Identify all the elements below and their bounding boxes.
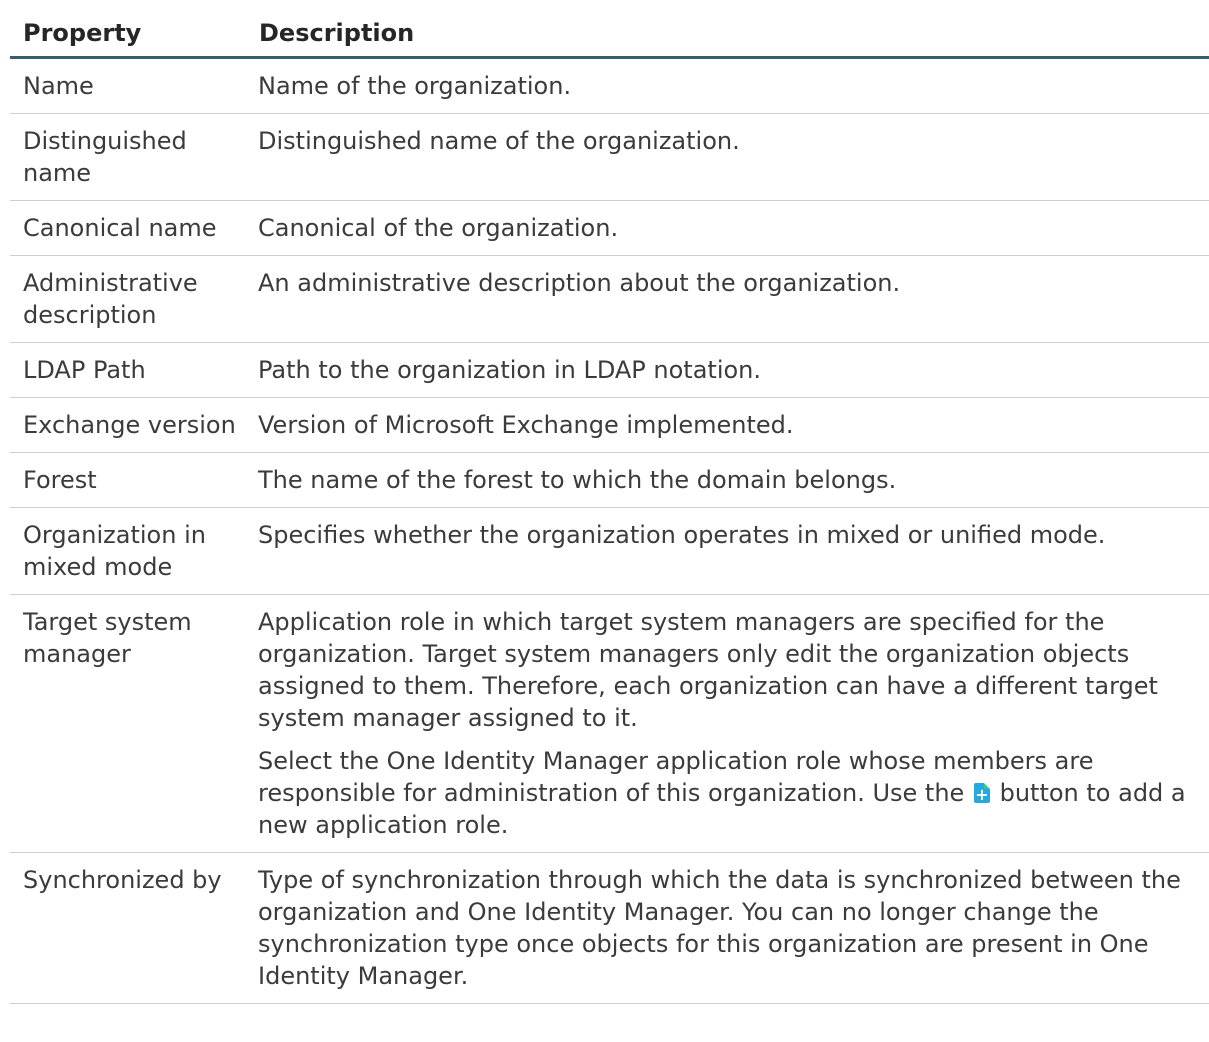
- property-cell: LDAP Path: [10, 342, 246, 398]
- header-property: Property: [10, 12, 246, 59]
- property-cell: Name: [10, 57, 246, 114]
- property-cell: Administrative description: [10, 255, 246, 343]
- property-cell: Organization in mixed mode: [10, 507, 246, 595]
- table-row: Name Name of the organization.: [10, 57, 1209, 114]
- table-row: Administrative description An administra…: [10, 255, 1209, 343]
- property-cell: Canonical name: [10, 200, 246, 256]
- description-text: Select the One Identity Manager applicat…: [258, 747, 1094, 807]
- properties-table: Property Description Name Name of the or…: [10, 12, 1209, 1004]
- property-cell: Distinguished name: [10, 113, 246, 201]
- property-cell: Synchronized by: [10, 852, 246, 1004]
- header-description: Description: [246, 12, 1209, 59]
- description-cell: Type of synchronization through which th…: [246, 852, 1209, 1004]
- property-cell: Forest: [10, 452, 246, 508]
- table-row: LDAP Path Path to the organization in LD…: [10, 342, 1209, 398]
- description-cell: An administrative description about the …: [246, 255, 1209, 343]
- description-paragraph: Application role in which target system …: [258, 608, 1158, 732]
- table-row: Canonical name Canonical of the organiza…: [10, 200, 1209, 256]
- property-cell: Exchange version: [10, 397, 246, 453]
- table-row: Distinguished name Distinguished name of…: [10, 113, 1209, 201]
- description-cell: Distinguished name of the organization.: [246, 113, 1209, 201]
- add-new-icon: +: [973, 783, 990, 804]
- description-cell: Canonical of the organization.: [246, 200, 1209, 256]
- table-row: Synchronized by Type of synchronization …: [10, 852, 1209, 1004]
- description-paragraph: Select the One Identity Manager applicat…: [258, 745, 1205, 841]
- description-cell: The name of the forest to which the doma…: [246, 452, 1209, 508]
- description-cell: Name of the organization.: [246, 57, 1209, 114]
- table-header-row: Property Description: [10, 12, 1209, 59]
- property-cell: Target system manager: [10, 594, 246, 853]
- description-cell: Path to the organization in LDAP notatio…: [246, 342, 1209, 398]
- table-row: Target system manager Application role i…: [10, 594, 1209, 853]
- table-row: Forest The name of the forest to which t…: [10, 452, 1209, 508]
- description-cell: Specifies whether the organization opera…: [246, 507, 1209, 595]
- table-row: Exchange version Version of Microsoft Ex…: [10, 397, 1209, 453]
- table-row: Organization in mixed mode Specifies whe…: [10, 507, 1209, 595]
- description-cell: Version of Microsoft Exchange implemente…: [246, 397, 1209, 453]
- description-cell: Application role in which target system …: [246, 594, 1209, 853]
